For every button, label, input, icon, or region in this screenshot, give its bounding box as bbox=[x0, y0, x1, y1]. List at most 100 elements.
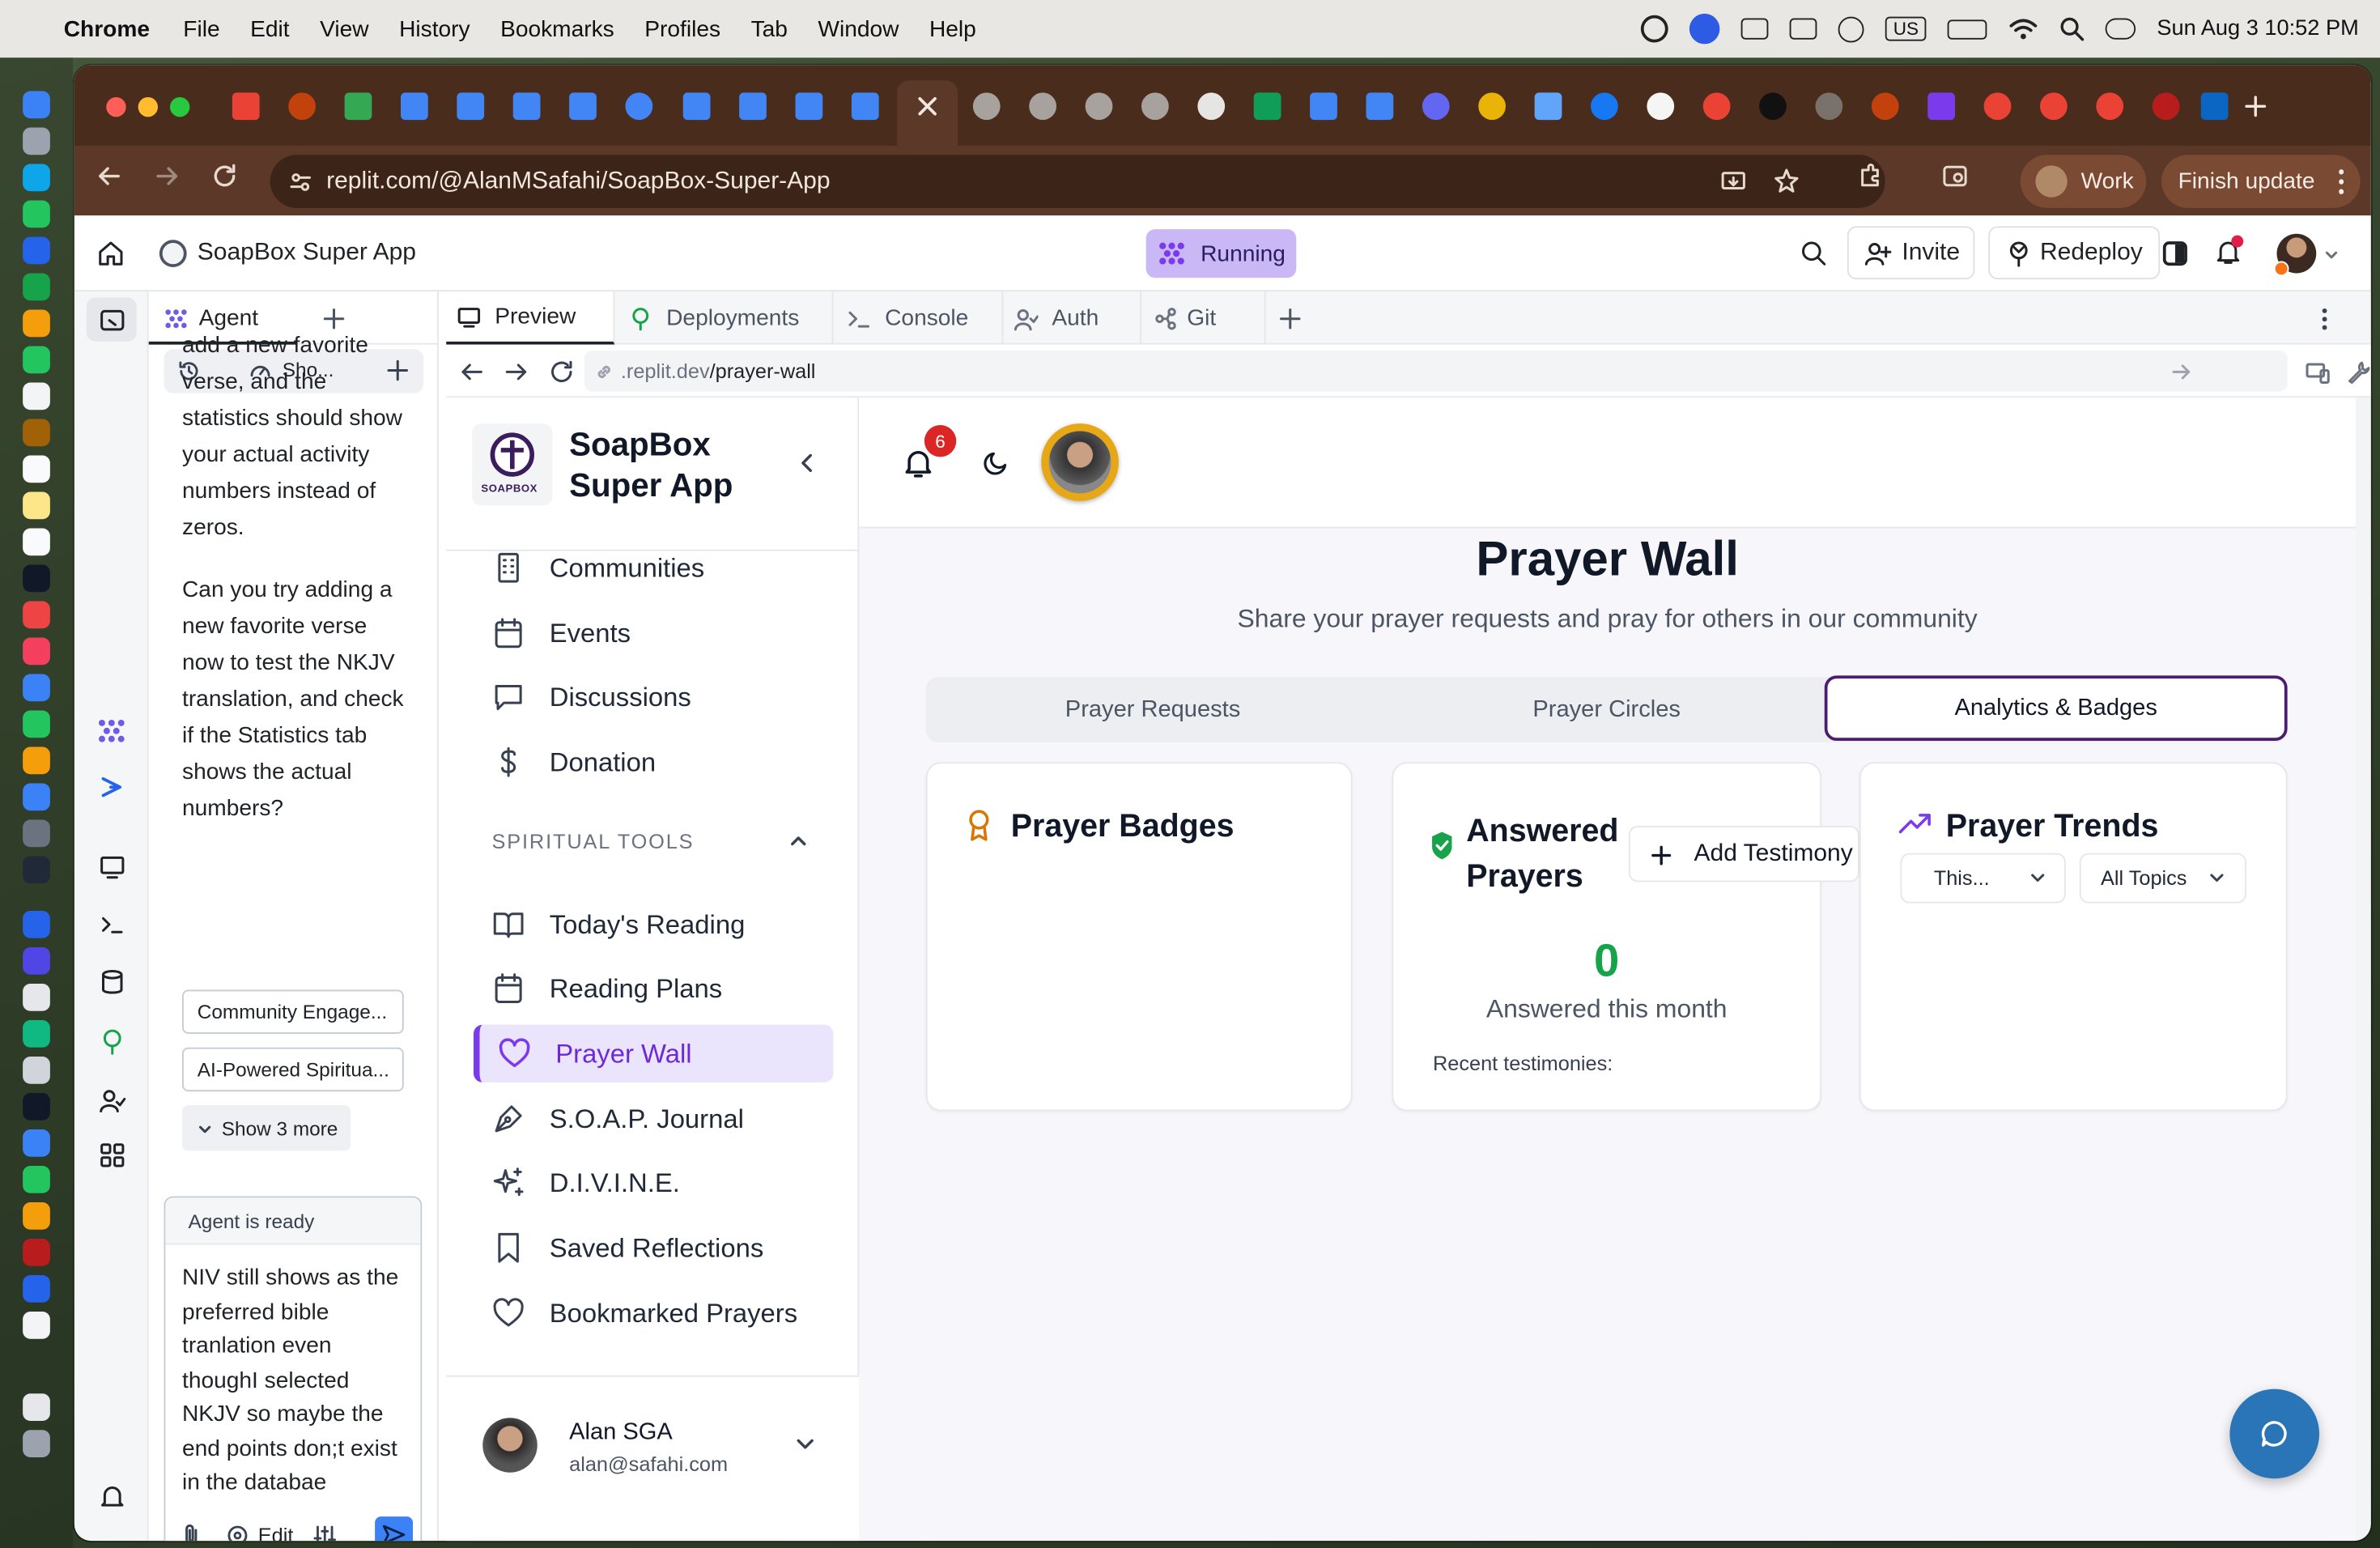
install-app-icon[interactable] bbox=[1719, 168, 1747, 196]
menu-edit[interactable]: Edit bbox=[250, 16, 289, 42]
project-name[interactable]: SoapBox Super App bbox=[198, 240, 416, 267]
messages-dock-icon[interactable] bbox=[23, 200, 50, 228]
new-workspace-tab-icon[interactable] bbox=[1280, 308, 1301, 330]
menubar-datetime[interactable]: Sun Aug 3 10:52 PM bbox=[2157, 17, 2358, 41]
tab-app[interactable] bbox=[288, 92, 316, 121]
menu-help[interactable]: Help bbox=[929, 16, 976, 42]
moon-icon[interactable] bbox=[984, 449, 1009, 475]
profile-avatar-button[interactable] bbox=[1041, 423, 1119, 501]
chevron-up-icon[interactable] bbox=[789, 833, 808, 848]
tab-prayer-requests[interactable]: Prayer Requests bbox=[926, 677, 1380, 742]
preview-scrollbar[interactable] bbox=[2356, 398, 2371, 1542]
url-text[interactable]: replit.com/@AlanMSafahi/SoapBox-Super-Ap… bbox=[326, 168, 830, 195]
tab-auth[interactable]: Auth bbox=[1003, 291, 1141, 345]
run-status-button[interactable]: Running bbox=[1145, 229, 1297, 279]
tab-google-1[interactable] bbox=[1702, 92, 1731, 121]
help-icon[interactable] bbox=[99, 1539, 126, 1541]
tab-github[interactable] bbox=[1647, 92, 1675, 121]
tab-docs-1[interactable] bbox=[401, 92, 428, 121]
layout-toggle-icon[interactable] bbox=[2162, 241, 2187, 266]
menu-history[interactable]: History bbox=[399, 16, 470, 42]
assistant-rail-icon[interactable] bbox=[99, 774, 125, 800]
tab-google-4[interactable] bbox=[2096, 92, 2124, 121]
app-dock-icon[interactable] bbox=[23, 984, 50, 1011]
all-tools-icon[interactable] bbox=[99, 1142, 126, 1169]
bookmark-star-icon[interactable] bbox=[1773, 167, 1800, 194]
mail-dock-icon[interactable] bbox=[23, 236, 50, 265]
tab-x[interactable] bbox=[1759, 92, 1787, 121]
trash-dock-icon[interactable] bbox=[23, 1430, 50, 1457]
calendar-dock-icon[interactable] bbox=[23, 382, 50, 410]
agent-input[interactable]: Agent is ready NIV still shows as the pr… bbox=[164, 1196, 423, 1542]
nav-donation[interactable]: Donation bbox=[474, 734, 833, 791]
edit-mode-icon[interactable] bbox=[226, 1525, 249, 1542]
chat-fab[interactable] bbox=[2229, 1389, 2319, 1479]
devices-icon[interactable] bbox=[2306, 359, 2330, 384]
collapse-sidebar-icon[interactable] bbox=[798, 453, 817, 474]
preview-url-input[interactable]: .replit.dev/prayer-wall bbox=[584, 351, 2288, 392]
menu-tab[interactable]: Tab bbox=[751, 16, 788, 42]
send-button[interactable] bbox=[375, 1516, 413, 1542]
nav-soap-journal[interactable]: S.O.A.P. Journal bbox=[474, 1090, 833, 1147]
menu-view[interactable]: View bbox=[320, 16, 368, 42]
settings-dock-icon[interactable] bbox=[23, 819, 50, 848]
extensions-icon[interactable] bbox=[1856, 163, 1884, 190]
signal-dock-icon[interactable] bbox=[23, 1129, 50, 1157]
terminal-dock-icon[interactable] bbox=[23, 1093, 50, 1121]
outlook-dock-icon[interactable] bbox=[23, 911, 50, 938]
contacts-dock-icon[interactable] bbox=[23, 419, 50, 447]
app-status-icon[interactable] bbox=[1790, 18, 1817, 40]
tab-globe-2[interactable] bbox=[1029, 92, 1056, 121]
menu-app-name[interactable]: Chrome bbox=[64, 16, 150, 42]
chevron-down-icon[interactable] bbox=[796, 1436, 815, 1452]
tab-sheets[interactable] bbox=[1253, 92, 1281, 121]
notes-dock-icon[interactable] bbox=[23, 491, 50, 520]
tab-docs-9[interactable] bbox=[851, 92, 879, 121]
numbers-dock-icon[interactable] bbox=[23, 710, 50, 738]
preview-back-icon[interactable] bbox=[460, 359, 484, 384]
database-rail-icon[interactable] bbox=[99, 968, 126, 996]
input-source-badge[interactable]: US bbox=[1885, 16, 1927, 41]
facetime-dock-icon[interactable] bbox=[23, 346, 50, 374]
menu-window[interactable]: Window bbox=[818, 16, 899, 42]
nav-events[interactable]: Events bbox=[474, 604, 833, 661]
tab-docs-7[interactable] bbox=[739, 92, 767, 121]
whatsapp-dock-icon[interactable] bbox=[23, 1166, 50, 1193]
agent-rail-icon[interactable] bbox=[97, 718, 126, 744]
nav-saved-reflections[interactable]: Saved Reflections bbox=[474, 1219, 833, 1277]
launchpad-dock-icon[interactable] bbox=[23, 127, 50, 155]
safari-dock-icon[interactable] bbox=[23, 164, 50, 192]
tab-git[interactable]: Git bbox=[1141, 291, 1266, 345]
tab-docs-10[interactable] bbox=[1310, 92, 1337, 121]
tab-docs-5[interactable] bbox=[625, 92, 653, 121]
webview-rail-icon[interactable] bbox=[99, 853, 126, 881]
tab-globe-1[interactable] bbox=[972, 92, 1001, 121]
settings-sliders-icon[interactable] bbox=[312, 1525, 337, 1542]
topic-select[interactable]: All Topics bbox=[2079, 853, 2246, 904]
period-select[interactable]: This... bbox=[1900, 853, 2066, 904]
music-dock-icon[interactable] bbox=[23, 601, 50, 629]
chevron-down-icon[interactable] bbox=[2324, 248, 2340, 263]
capture-status-icon[interactable] bbox=[1741, 18, 1769, 40]
tab-deployments[interactable]: Deployments bbox=[614, 291, 834, 345]
home-icon[interactable] bbox=[97, 240, 125, 267]
tab-docs-11[interactable] bbox=[1366, 92, 1394, 121]
tab-linkedin[interactable] bbox=[2200, 92, 2229, 121]
nav-bookmarked-prayers[interactable]: Bookmarked Prayers bbox=[474, 1284, 833, 1342]
tab-globe-3[interactable] bbox=[1085, 92, 1113, 121]
zoom-window-button[interactable] bbox=[170, 97, 190, 117]
nav-prayer-wall[interactable]: Prayer Wall bbox=[474, 1024, 834, 1082]
chatgpt-dock-icon[interactable] bbox=[23, 856, 50, 884]
finish-update-button[interactable]: Finish update bbox=[2161, 155, 2361, 208]
tab-drive[interactable] bbox=[344, 92, 372, 121]
user-photo[interactable] bbox=[482, 1418, 538, 1473]
search-icon[interactable] bbox=[1800, 240, 1828, 267]
zoom-dock-icon[interactable] bbox=[23, 1275, 50, 1303]
tab-docs-8[interactable] bbox=[795, 92, 823, 121]
tab-app-5[interactable] bbox=[1871, 92, 1899, 121]
edit-mode-label[interactable]: Edit bbox=[258, 1525, 294, 1542]
new-tab-icon[interactable] bbox=[2243, 94, 2267, 118]
profile-button[interactable]: Work bbox=[2020, 155, 2147, 208]
spotlight-search-icon[interactable] bbox=[2059, 17, 2085, 41]
site-info-icon[interactable] bbox=[288, 170, 312, 194]
